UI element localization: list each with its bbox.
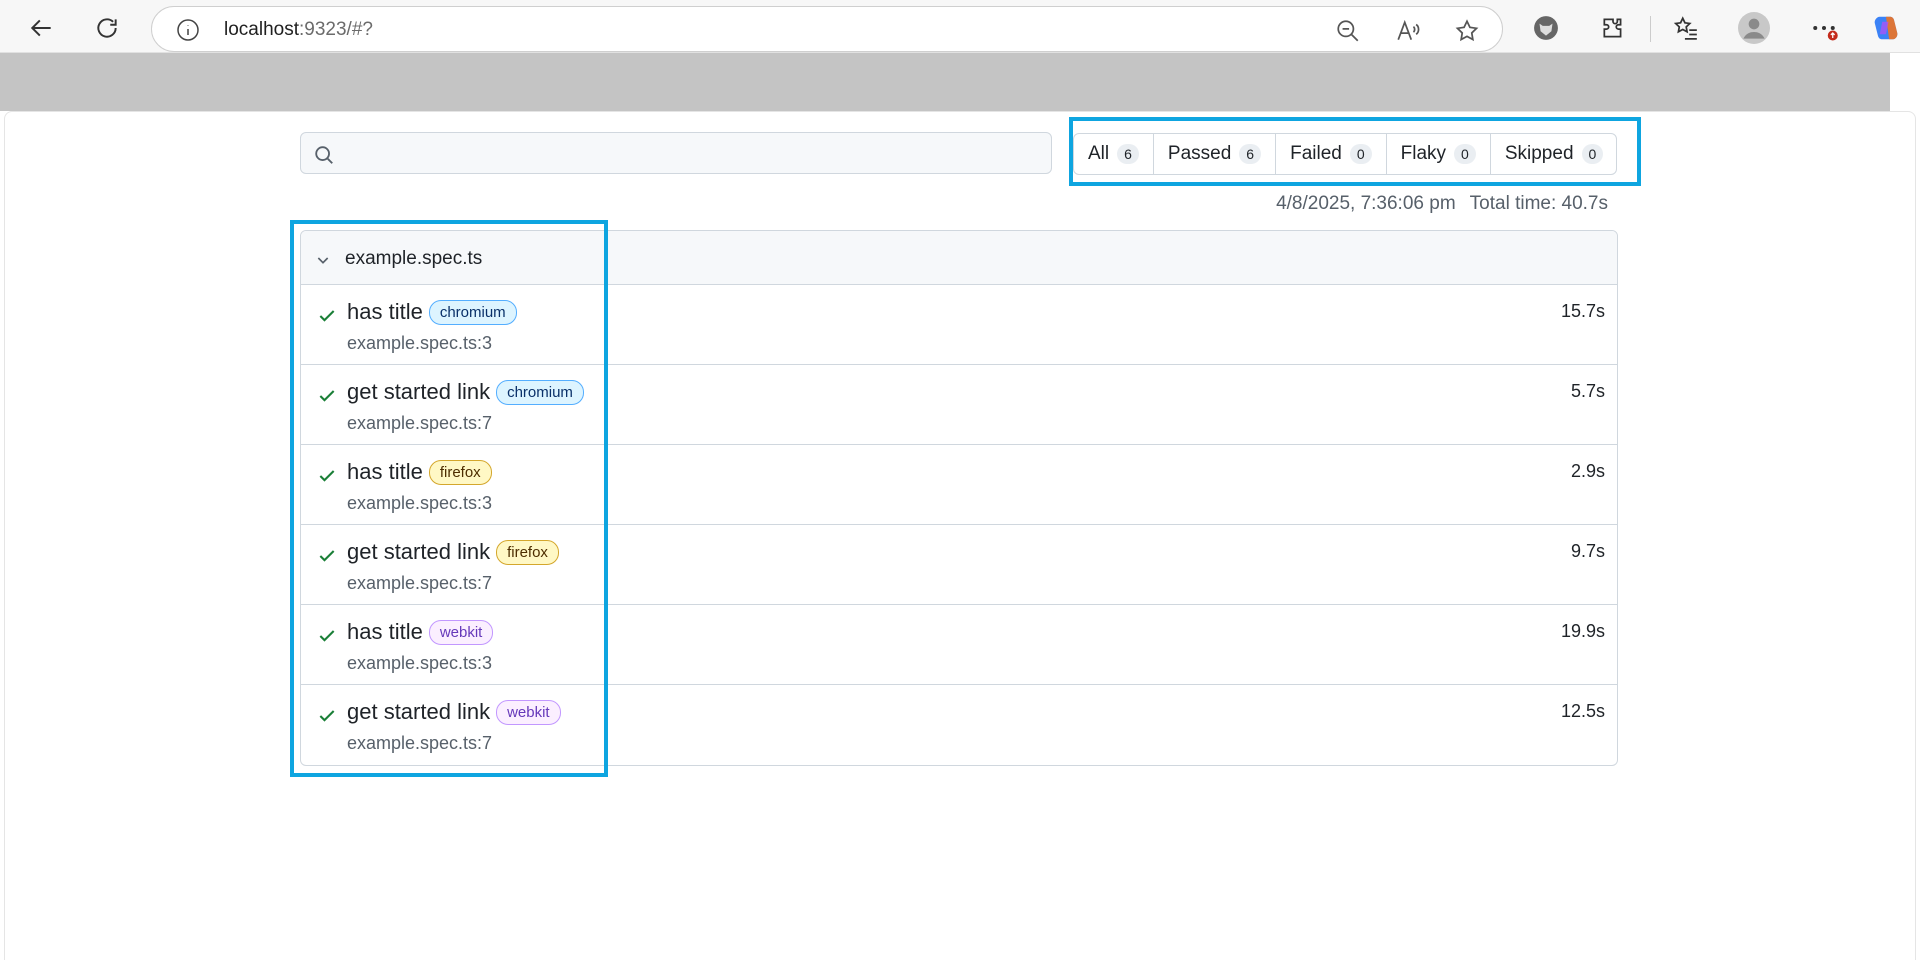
test-duration: 2.9s [1570, 461, 1605, 481]
total-time: Total time: 40.7s [1469, 193, 1608, 214]
refresh-icon [97, 18, 117, 38]
more-options-icon[interactable] [1808, 12, 1840, 44]
url-text[interactable]: localhost:9323/#? [224, 19, 373, 41]
browser-toolbar: localhost:9323/#? [0, 0, 1920, 53]
test-duration: 5.7s [1570, 381, 1605, 401]
address-bar[interactable]: localhost:9323/#? [151, 6, 1503, 52]
read-aloud-icon[interactable] [1395, 18, 1421, 44]
run-datetime: 4/8/2025, 7:36:06 pm [1276, 193, 1456, 214]
favorite-star-icon[interactable] [1454, 18, 1480, 44]
test-duration: 15.7s [1560, 301, 1605, 321]
highlight-box-test-list [290, 220, 608, 777]
search-input[interactable] [300, 132, 1052, 174]
toolbar-divider [1650, 16, 1651, 42]
test-duration: 19.9s [1560, 621, 1605, 641]
page-top-band [0, 53, 1890, 111]
test-duration: 12.5s [1560, 701, 1605, 721]
favorites-list-icon[interactable] [1670, 12, 1702, 44]
extension-fox-icon[interactable] [1530, 12, 1562, 44]
run-metadata: 4/8/2025, 7:36:06 pm Total time: 40.7s [1200, 193, 1608, 215]
back-button[interactable] [24, 10, 60, 46]
test-duration: 9.7s [1570, 541, 1605, 561]
refresh-button[interactable] [89, 10, 125, 46]
search-icon [315, 146, 333, 164]
arrow-left-icon [30, 19, 51, 37]
profile-avatar-icon[interactable] [1738, 12, 1770, 44]
zoom-out-icon[interactable] [1335, 18, 1361, 44]
highlight-box-filters [1069, 117, 1641, 186]
copilot-icon[interactable] [1870, 12, 1902, 44]
extensions-puzzle-icon[interactable] [1597, 12, 1629, 44]
info-icon[interactable] [176, 18, 200, 42]
